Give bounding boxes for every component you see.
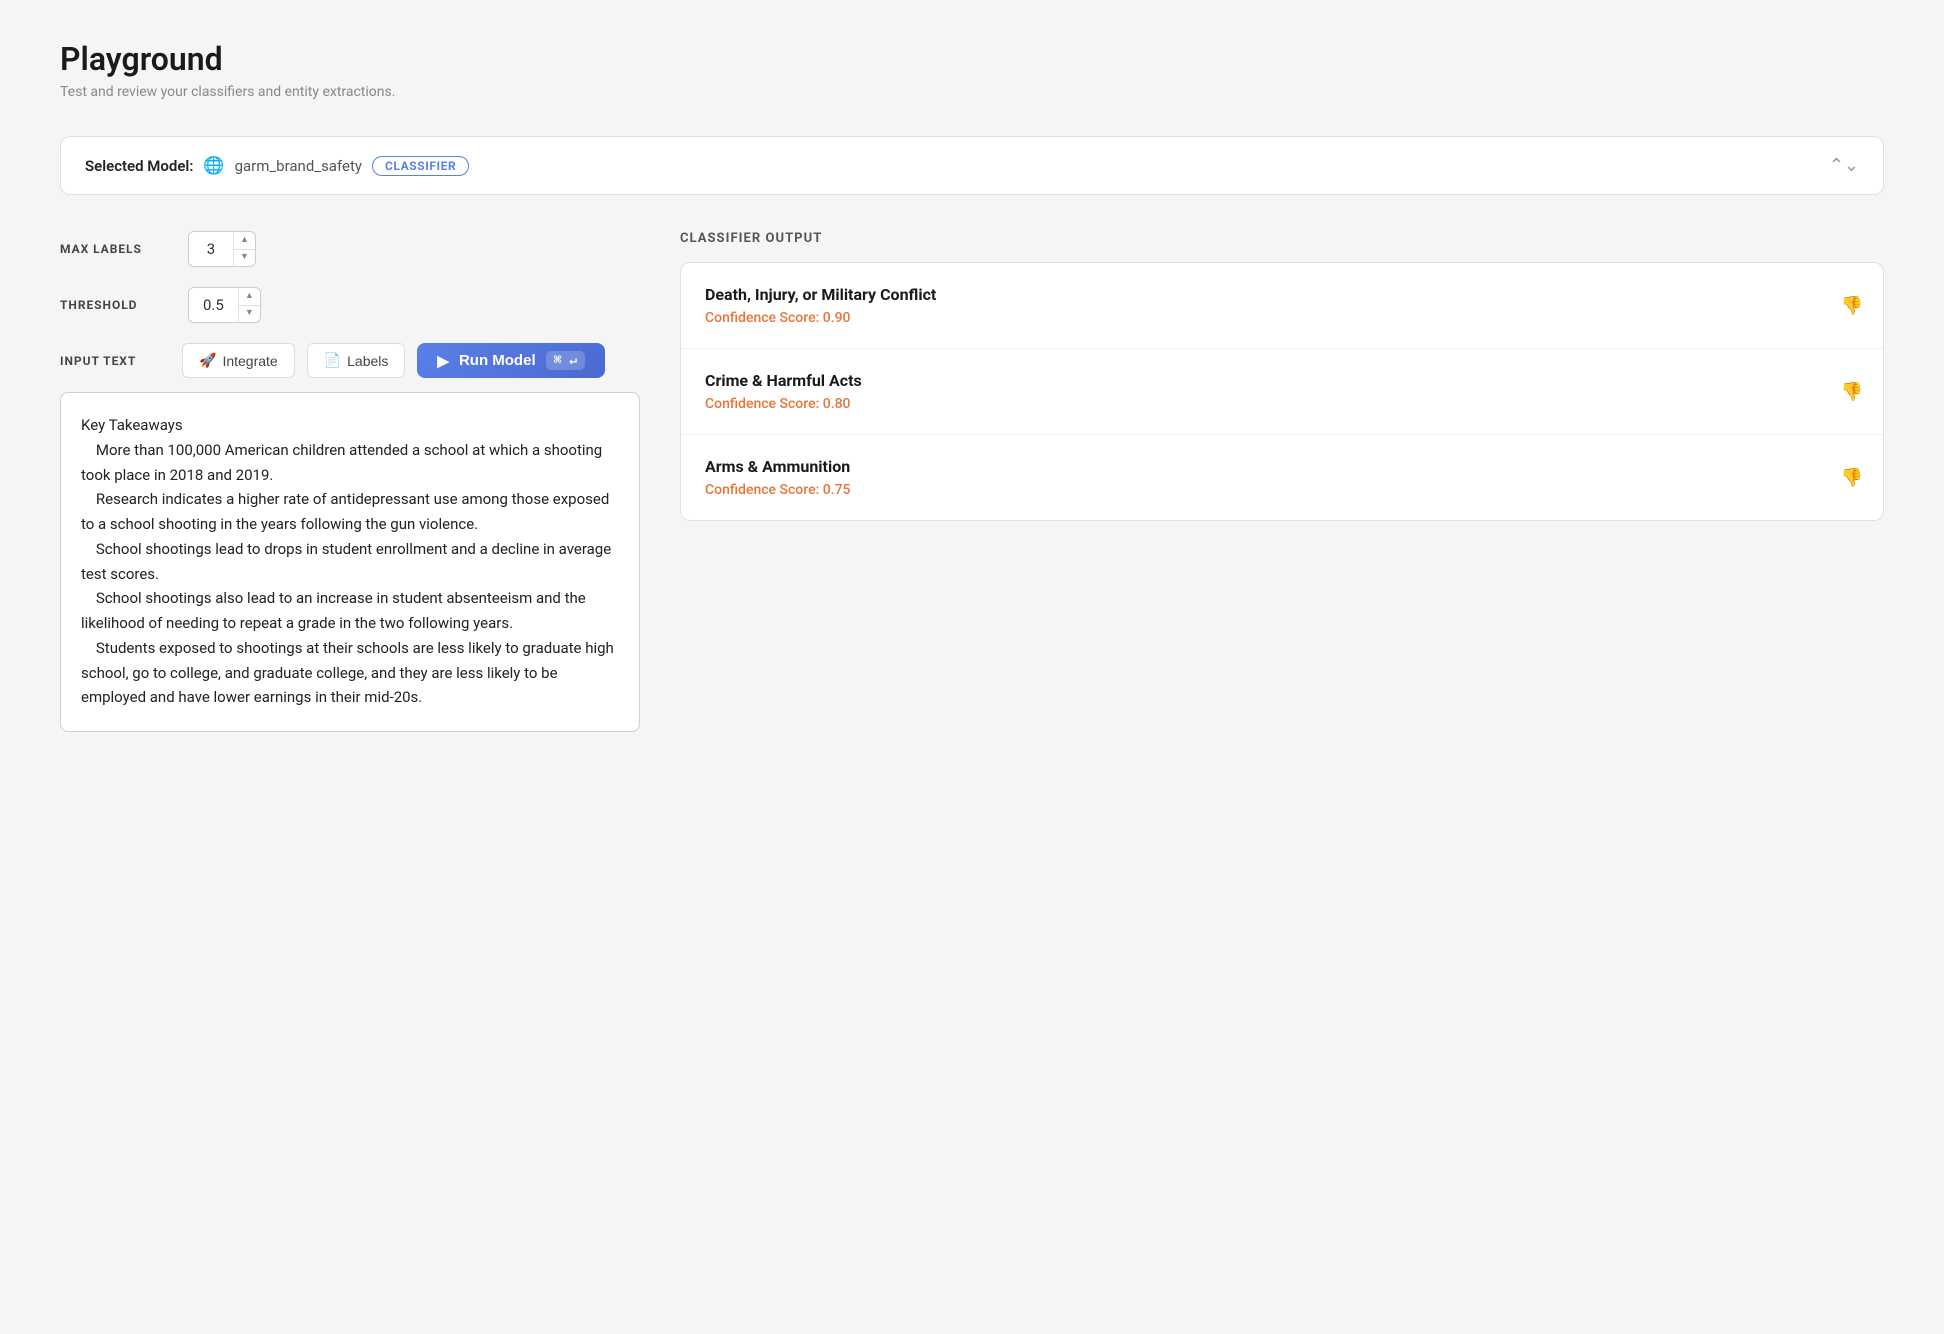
run-model-label: Run Model xyxy=(459,352,536,369)
integrate-label: Integrate xyxy=(222,353,277,369)
max-labels-spinner[interactable]: 3 ▲ ▼ xyxy=(188,231,256,267)
output-item-0-title: Death, Injury, or Military Conflict xyxy=(705,285,1859,304)
globe-icon: 🌐 xyxy=(203,156,224,176)
classifier-badge: CLASSIFIER xyxy=(372,156,469,176)
model-selector-bar[interactable]: Selected Model: 🌐 garm_brand_safety CLAS… xyxy=(60,136,1884,195)
output-item-0: Death, Injury, or Military Conflict Conf… xyxy=(681,263,1883,349)
output-card: Death, Injury, or Military Conflict Conf… xyxy=(680,262,1884,521)
threshold-row: THRESHOLD 0.5 ▲ ▼ xyxy=(60,287,640,323)
threshold-spinner[interactable]: 0.5 ▲ ▼ xyxy=(188,287,261,323)
thumbs-down-icon-2: 👎 xyxy=(1841,467,1863,487)
output-item-1: Crime & Harmful Acts Confidence Score: 0… xyxy=(681,349,1883,435)
run-model-button[interactable]: ▶ Run Model ⌘ ↵ xyxy=(417,343,605,378)
output-item-1-title: Crime & Harmful Acts xyxy=(705,371,1859,390)
max-labels-up-arrow[interactable]: ▲ xyxy=(234,232,255,250)
thumbs-down-icon-1: 👎 xyxy=(1841,381,1863,401)
run-play-icon: ▶ xyxy=(437,352,449,370)
output-item-2: Arms & Ammunition Confidence Score: 0.75… xyxy=(681,435,1883,520)
input-text-label: INPUT TEXT xyxy=(60,354,170,368)
max-labels-down-arrow[interactable]: ▼ xyxy=(234,250,255,267)
labels-button[interactable]: 📄 Labels xyxy=(307,343,406,378)
input-text-toolbar: INPUT TEXT 🚀 Integrate 📄 Labels ▶ Run Mo… xyxy=(60,343,640,378)
model-selector-left: Selected Model: 🌐 garm_brand_safety CLAS… xyxy=(85,156,469,176)
output-item-2-title: Arms & Ammunition xyxy=(705,457,1859,476)
model-name: garm_brand_safety xyxy=(235,157,362,175)
threshold-down-arrow[interactable]: ▼ xyxy=(239,306,260,323)
output-section-label: CLASSIFIER OUTPUT xyxy=(680,231,1884,246)
max-labels-value: 3 xyxy=(189,240,233,258)
integrate-button[interactable]: 🚀 Integrate xyxy=(182,343,295,378)
output-item-0-score: Confidence Score: 0.90 xyxy=(705,310,1859,326)
run-shortcut: ⌘ ↵ xyxy=(546,351,585,370)
left-panel: MAX LABELS 3 ▲ ▼ THRESHOLD 0.5 ▲ ▼ I xyxy=(60,231,640,732)
max-labels-row: MAX LABELS 3 ▲ ▼ xyxy=(60,231,640,267)
page-subtitle: Test and review your classifiers and ent… xyxy=(60,84,1884,100)
output-item-2-score: Confidence Score: 0.75 xyxy=(705,482,1859,498)
thumbs-down-btn-0[interactable]: 👎 xyxy=(1841,295,1863,316)
page-title: Playground xyxy=(60,40,1884,78)
labels-icon: 📄 xyxy=(324,352,341,369)
main-content: MAX LABELS 3 ▲ ▼ THRESHOLD 0.5 ▲ ▼ I xyxy=(60,231,1884,732)
max-labels-label: MAX LABELS xyxy=(60,242,170,256)
thumbs-down-btn-1[interactable]: 👎 xyxy=(1841,381,1863,402)
model-selector-label: Selected Model: xyxy=(85,157,193,175)
threshold-arrows: ▲ ▼ xyxy=(238,288,260,322)
threshold-up-arrow[interactable]: ▲ xyxy=(239,288,260,306)
output-item-1-score: Confidence Score: 0.80 xyxy=(705,396,1859,412)
labels-label: Labels xyxy=(347,353,388,369)
input-text-area[interactable]: Key Takeaways More than 100,000 American… xyxy=(60,392,640,732)
thumbs-down-icon-0: 👎 xyxy=(1841,295,1863,315)
integrate-icon: 🚀 xyxy=(199,352,216,369)
threshold-label: THRESHOLD xyxy=(60,298,170,312)
thumbs-down-btn-2[interactable]: 👎 xyxy=(1841,467,1863,488)
model-selector-chevron[interactable]: ⌃⌄ xyxy=(1829,155,1859,176)
max-labels-arrows: ▲ ▼ xyxy=(233,232,255,266)
right-panel: CLASSIFIER OUTPUT Death, Injury, or Mili… xyxy=(680,231,1884,521)
input-text-content: Key Takeaways More than 100,000 American… xyxy=(81,413,619,710)
threshold-value: 0.5 xyxy=(189,296,238,314)
